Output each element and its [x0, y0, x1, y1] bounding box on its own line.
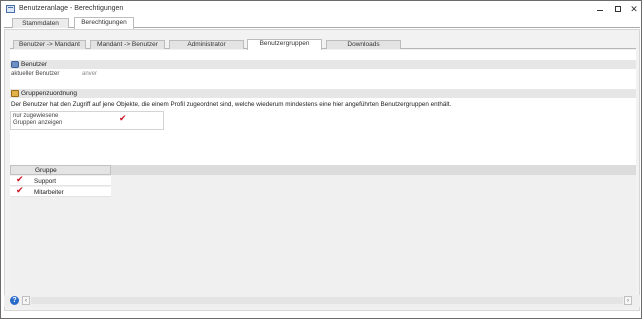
minimize-button[interactable]: [593, 3, 607, 15]
row-checkbox[interactable]: ✔: [16, 186, 24, 196]
help-icon[interactable]: ?: [10, 296, 19, 305]
minimize-icon: [597, 10, 603, 11]
column-header-gruppe[interactable]: Gruppe: [10, 165, 111, 175]
close-button[interactable]: ✕: [627, 3, 641, 15]
sub-tab-bar: Benutzer -> Mandant Mandant -> Benutzer …: [10, 39, 636, 50]
horizontal-scrollbar[interactable]: [31, 297, 623, 304]
table-row[interactable]: ✔ Support: [10, 175, 111, 186]
group-name: Support: [34, 178, 57, 185]
current-user-value: anver: [82, 71, 98, 77]
current-user-label: aktueller Benutzer: [11, 71, 60, 77]
scroll-left-button[interactable]: ‹: [22, 296, 30, 305]
close-icon: ✕: [630, 4, 638, 14]
gruppen-description: Der Benutzer hat den Zugriff auf jene Ob…: [11, 101, 452, 108]
only-assigned-groups-checkbox[interactable]: ✔: [119, 114, 127, 124]
benutzergruppen-panel: Benutzer aktueller Benutzer anver Gruppe…: [10, 50, 636, 309]
user-icon: [11, 61, 19, 68]
main-tab-bar: Stammdaten Berechtigungen: [4, 17, 640, 29]
table-row[interactable]: ✔ Mitarbeiter: [10, 186, 111, 197]
maximize-button[interactable]: [611, 3, 625, 15]
group-grid: Gruppe ✔ Support ✔ Mitarbeiter: [10, 165, 636, 309]
tab-downloads[interactable]: Downloads: [326, 40, 401, 49]
tab-stammdaten[interactable]: Stammdaten: [12, 18, 69, 28]
maximize-icon: [615, 6, 621, 12]
tab-mandant-benutzer[interactable]: Mandant -> Benutzer: [90, 40, 165, 49]
benutzer-section-title: Benutzer: [21, 61, 48, 68]
group-icon: [11, 90, 19, 97]
app-window: Benutzeranlage - Berechtigungen ✕ Stammd…: [0, 0, 642, 319]
tab-content: Benutzer -> Mandant Mandant -> Benutzer …: [4, 29, 640, 311]
tab-berechtigungen[interactable]: Berechtigungen: [74, 17, 134, 29]
gruppen-section-header: Gruppenzuordnung: [10, 89, 636, 98]
window-title: Benutzeranlage - Berechtigungen: [19, 5, 124, 12]
scroll-right-button[interactable]: ›: [624, 296, 632, 305]
app-window-icon: [6, 5, 15, 13]
only-assigned-groups-label: nur zugewiesene Gruppen anzeigen: [13, 113, 63, 126]
tab-benutzergruppen[interactable]: Benutzergruppen: [247, 39, 322, 50]
tab-benutzer-mandant[interactable]: Benutzer -> Mandant: [13, 40, 86, 49]
row-checkbox[interactable]: ✔: [16, 175, 24, 185]
group-name: Mitarbeiter: [34, 189, 64, 196]
only-assigned-groups-option: nur zugewiesene Gruppen anzeigen ✔: [10, 111, 164, 130]
benutzer-section-header: Benutzer: [10, 60, 636, 69]
status-bar: ? ‹ ›: [4, 295, 640, 307]
gruppen-section-title: Gruppenzuordnung: [21, 90, 78, 97]
title-bar: Benutzeranlage - Berechtigungen ✕: [1, 1, 641, 17]
tab-administrator[interactable]: Administrator: [169, 40, 244, 49]
